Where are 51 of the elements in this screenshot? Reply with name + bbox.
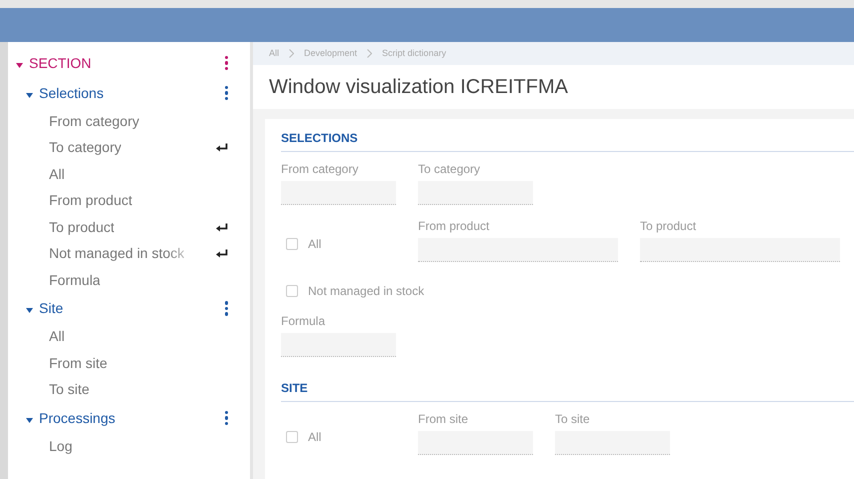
group-heading[interactable]: Processings	[26, 408, 116, 428]
expanded-icon[interactable]	[26, 418, 33, 422]
input-field[interactable]	[418, 181, 533, 205]
input-field[interactable]	[640, 238, 840, 262]
input-field[interactable]	[281, 333, 396, 357]
sidebar-item[interactable]: To site	[49, 379, 90, 400]
sidebar-item[interactable]: All	[49, 164, 65, 185]
input-field[interactable]	[281, 181, 396, 205]
checkbox[interactable]	[286, 285, 298, 297]
input-field[interactable]	[418, 238, 618, 262]
enter-icon	[216, 222, 228, 232]
checkbox-label: All	[308, 428, 322, 446]
sidebar-item[interactable]: From category	[49, 110, 140, 132]
sidebar-item[interactable]: From site	[49, 352, 108, 374]
sidebar-item[interactable]: All	[49, 326, 65, 348]
group-heading[interactable]: Site	[26, 298, 64, 319]
sidebar-item[interactable]: Not managed in stock	[49, 243, 184, 264]
sidebar-item[interactable]: Log	[49, 436, 72, 457]
field-label: Formula	[281, 313, 326, 330]
section-title: SITE	[281, 379, 854, 402]
field-label: From product	[418, 218, 490, 235]
sidebar-item[interactable]: To product	[49, 216, 114, 238]
field-label: To site	[555, 411, 591, 428]
sidebar-item[interactable]: Formula	[49, 270, 100, 291]
expanded-icon[interactable]	[26, 308, 33, 313]
checkbox[interactable]	[286, 430, 298, 442]
enter-icon	[216, 143, 228, 152]
sidebar-item[interactable]: To category	[49, 137, 122, 158]
section-title: SELECTIONS	[281, 129, 854, 152]
more-icon[interactable]	[224, 301, 228, 316]
expanded-icon[interactable]	[26, 92, 33, 98]
checkbox-label: Not managed in stock	[308, 283, 424, 300]
enter-icon	[216, 249, 228, 258]
field-label: From site	[418, 411, 470, 428]
field-label: To product	[640, 218, 698, 235]
expanded-icon[interactable]	[16, 62, 23, 68]
more-icon[interactable]	[224, 410, 228, 426]
more-icon[interactable]	[224, 56, 228, 70]
field-label: To category	[418, 161, 482, 178]
group-heading[interactable]: Selections	[26, 82, 104, 104]
sidebar-item[interactable]: From product	[49, 190, 132, 212]
checkbox[interactable]	[286, 238, 298, 250]
input-field[interactable]	[418, 431, 533, 455]
checkbox-label: All	[308, 236, 322, 252]
input-field[interactable]	[555, 431, 670, 455]
page-title: Window visualization ICREITFMA	[269, 75, 568, 100]
more-icon[interactable]	[224, 86, 228, 100]
section-heading[interactable]: SECTION	[16, 52, 92, 74]
field-label: From category	[281, 161, 360, 178]
chevron-icon	[289, 49, 294, 58]
chevron-icon	[367, 49, 372, 58]
